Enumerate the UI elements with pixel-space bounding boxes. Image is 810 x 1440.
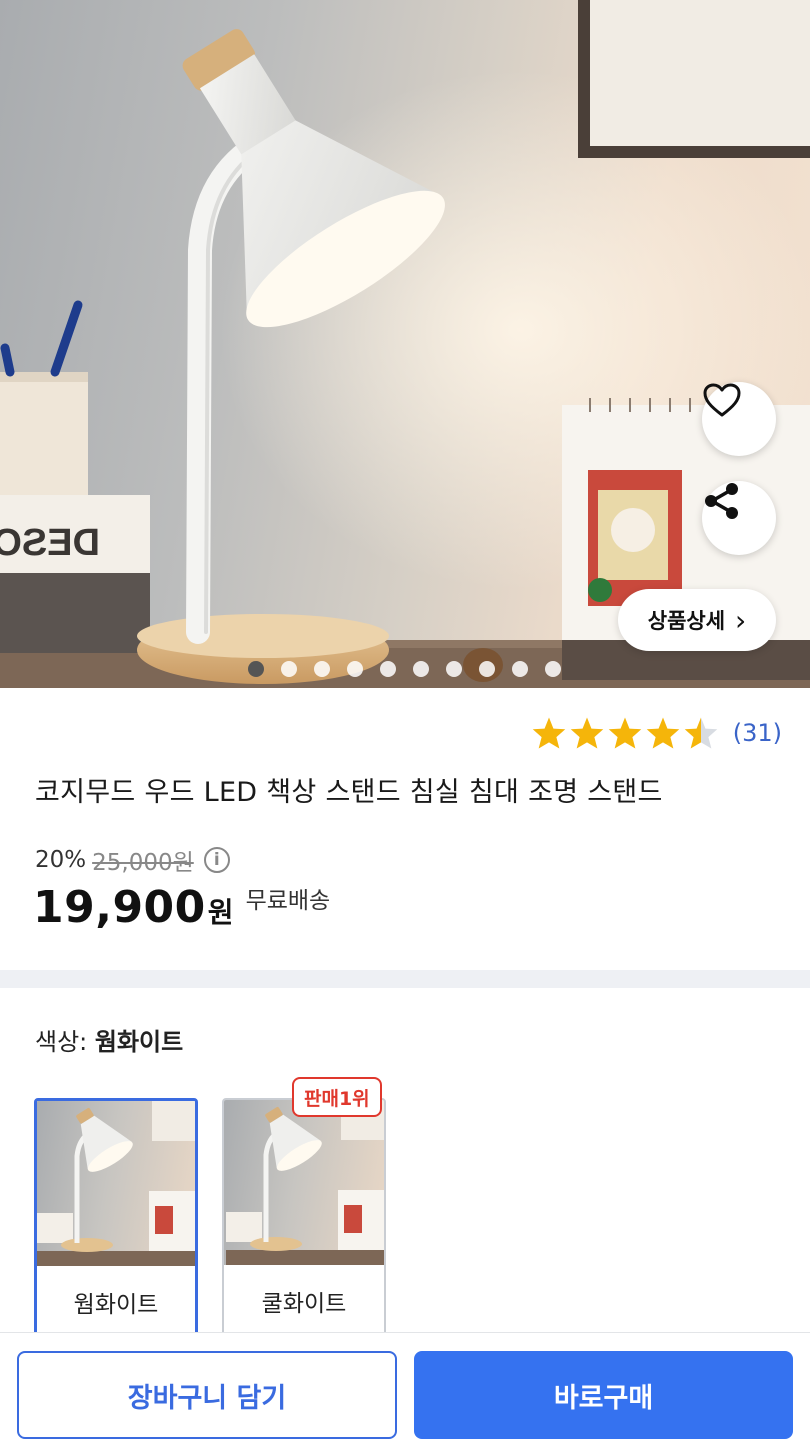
product-title: 코지무드 우드 LED 책상 스탠드 침실 침대 조명 스탠드 bbox=[35, 777, 663, 808]
star-icon bbox=[646, 717, 679, 749]
carousel-dot[interactable] bbox=[314, 661, 330, 677]
best-seller-badge: 판매1위 bbox=[292, 1077, 382, 1117]
price-amount: 19,900 bbox=[33, 882, 206, 933]
carousel-dot[interactable] bbox=[248, 661, 264, 677]
carousel-pagination bbox=[248, 661, 561, 677]
original-price: 25,000원 bbox=[92, 850, 194, 876]
chevron-right-icon: › bbox=[735, 603, 747, 637]
carousel-dot[interactable] bbox=[281, 661, 297, 677]
price-currency: 원 bbox=[207, 896, 234, 929]
carousel-dot[interactable] bbox=[545, 661, 561, 677]
discount-info: 20% 25,000원 i bbox=[35, 843, 230, 877]
info-icon[interactable]: i bbox=[203, 847, 230, 873]
wishlist-button[interactable] bbox=[702, 382, 776, 456]
carousel-dot[interactable] bbox=[347, 661, 363, 677]
carousel-dot[interactable] bbox=[479, 661, 495, 677]
product-image-carousel[interactable]: DESO 상품상세 › bbox=[0, 0, 810, 688]
option-name: 쿨화이트 bbox=[261, 1291, 347, 1317]
review-count[interactable]: (31) bbox=[733, 719, 782, 747]
color-selected-value: 웜화이트 bbox=[94, 1028, 184, 1056]
buy-now-button[interactable]: 바로구매 bbox=[414, 1351, 793, 1439]
option-cool-white[interactable]: 쿨화이트 bbox=[222, 1098, 386, 1338]
rating-summary[interactable]: (31) bbox=[531, 716, 782, 750]
product-detail-label: 상품상세 bbox=[647, 609, 726, 633]
color-label-prefix: 색상: bbox=[35, 1028, 95, 1056]
heart-icon bbox=[703, 383, 741, 417]
share-icon bbox=[705, 483, 738, 519]
purchase-action-bar: 장바구니 담기 바로구매 bbox=[0, 1332, 810, 1440]
desk-lamp-photo: DESO bbox=[0, 0, 810, 688]
carousel-dot[interactable] bbox=[446, 661, 462, 677]
carousel-dot[interactable] bbox=[380, 661, 396, 677]
discount-rate: 20% bbox=[35, 847, 87, 873]
color-option-label: 색상: 웜화이트 bbox=[35, 1022, 183, 1057]
shipping-info: 무료배송 bbox=[245, 888, 331, 914]
product-detail-button[interactable]: 상품상세 › bbox=[618, 589, 776, 651]
star-icon bbox=[570, 717, 603, 749]
option-thumbnail bbox=[37, 1101, 195, 1266]
section-divider bbox=[0, 970, 810, 988]
share-button[interactable] bbox=[702, 481, 776, 555]
star-icon bbox=[608, 717, 641, 749]
carousel-dot[interactable] bbox=[512, 661, 528, 677]
option-warm-white[interactable]: 웜화이트 bbox=[34, 1098, 198, 1338]
sale-price: 19,900 원 무료배송 bbox=[33, 882, 330, 933]
carousel-dot[interactable] bbox=[413, 661, 429, 677]
option-thumbnail bbox=[224, 1100, 384, 1265]
star-rating bbox=[531, 716, 719, 750]
add-to-cart-button[interactable]: 장바구니 담기 bbox=[17, 1351, 397, 1439]
star-half-icon bbox=[684, 717, 717, 749]
book-spine-text: DESO bbox=[0, 522, 100, 564]
star-icon bbox=[532, 717, 565, 749]
option-name: 웜화이트 bbox=[73, 1292, 159, 1318]
